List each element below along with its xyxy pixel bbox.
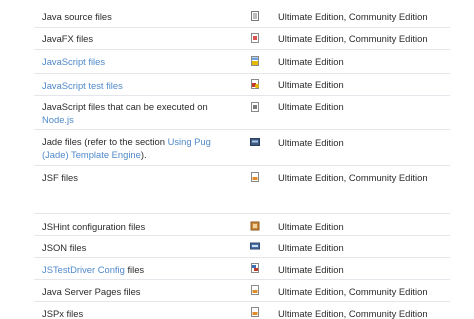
jstestdriver-link[interactable]: JSTestDriver Config (42, 264, 125, 275)
file-type-name: JSPx files (42, 308, 84, 319)
file-type-name: JavaFX files (42, 33, 94, 44)
edition-text: Ultimate Edition, Community Edition (278, 11, 428, 22)
file-type-name: Java Server Pages files (42, 286, 141, 297)
file-type-link[interactable]: JavaScript test files (42, 79, 237, 92)
table-row: JSPx files Ultimate Edition, Community E… (34, 302, 450, 319)
file-type-name: Java source files (42, 11, 112, 22)
file-type-name: JSON files (42, 242, 87, 253)
jade-file-icon (250, 137, 260, 147)
edition-text: Ultimate Edition, Community Edition (278, 172, 428, 183)
table-row: JavaScript files that can be executed on… (34, 96, 450, 130)
edition-text: Ultimate Edition (278, 101, 344, 112)
table-row: JSON files Ultimate Edition (34, 236, 450, 258)
file-type-name-text: Jade files (refer to the section (42, 136, 168, 147)
table-row: JSHint configuration files Ultimate Edit… (34, 214, 450, 236)
edition-text: Ultimate Edition (278, 137, 344, 148)
javascript-test-file-icon (250, 79, 260, 89)
file-type-name: Jade files (refer to the section Using P… (42, 135, 237, 161)
json-file-icon (250, 241, 260, 251)
java-file-icon (250, 11, 260, 21)
table-row: JSF files Ultimate Edition, Community Ed… (34, 166, 450, 214)
nodejs-link[interactable]: Node.js (42, 114, 74, 125)
file-type-name: JSHint configuration files (42, 221, 146, 232)
table-row: Java source files Ultimate Edition, Comm… (34, 6, 450, 28)
file-type-link[interactable]: JavaScript files (42, 55, 237, 68)
file-type-name: JavaScript files that can be executed on… (42, 100, 237, 126)
edition-text: Ultimate Edition (278, 221, 344, 232)
file-type-name: JSTestDriver Config files (42, 263, 237, 276)
javafx-file-icon (250, 33, 260, 43)
jshint-config-icon (250, 221, 260, 231)
edition-text: Ultimate Edition (278, 56, 344, 67)
table-row: JavaScript files Ultimate Edition (34, 50, 450, 74)
table-row: JavaScript test files Ultimate Edition (34, 74, 450, 96)
nodejs-file-icon (250, 102, 260, 112)
edition-text: Ultimate Edition, Community Edition (278, 308, 428, 319)
edition-text: Ultimate Edition, Community Edition (278, 286, 428, 297)
jspx-file-icon (250, 307, 260, 317)
javascript-file-icon (250, 56, 260, 66)
edition-text: Ultimate Edition (278, 79, 344, 90)
table-row: Jade files (refer to the section Using P… (34, 130, 450, 166)
jsp-file-icon (250, 285, 260, 295)
file-type-name-suffix: ). (140, 149, 147, 160)
edition-text: Ultimate Edition, Community Edition (278, 33, 428, 44)
edition-text: Ultimate Edition (278, 242, 344, 253)
table-row: JSTestDriver Config files Ultimate Editi… (34, 258, 450, 280)
jstestdriver-config-icon (250, 263, 260, 273)
table-row: JavaFX files Ultimate Edition, Community… (34, 28, 450, 50)
jsf-file-icon (250, 172, 260, 182)
edition-text: Ultimate Edition (278, 264, 344, 275)
file-type-name-suffix: files (124, 264, 145, 275)
table-row: Java Server Pages files Ultimate Edition… (34, 280, 450, 302)
file-type-name: JSF files (42, 172, 78, 183)
file-type-name-text: JavaScript files that can be executed on (42, 101, 208, 112)
